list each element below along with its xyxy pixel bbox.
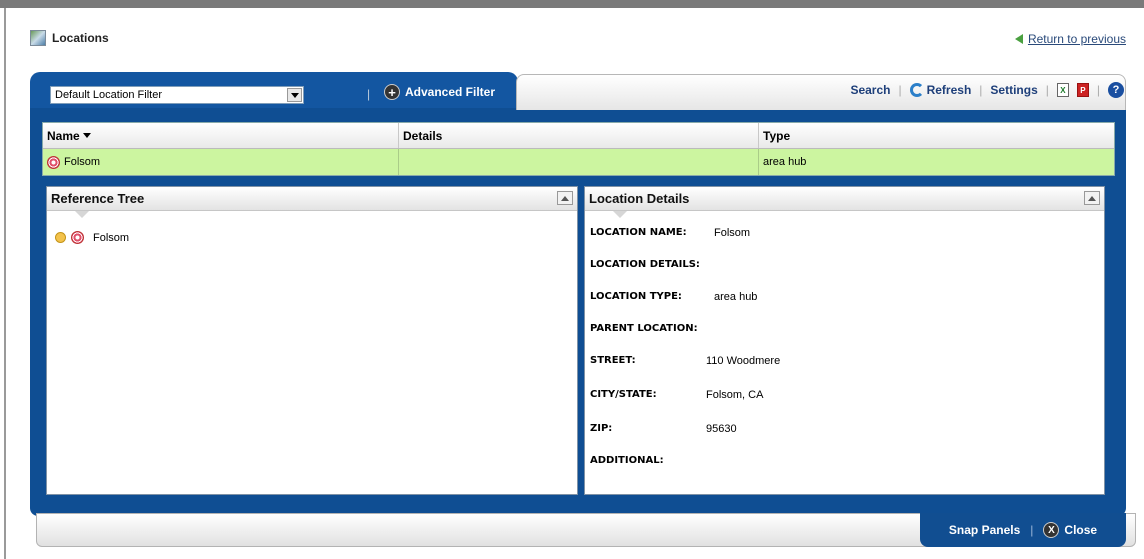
excel-icon[interactable]: X <box>1056 83 1069 97</box>
cell-details <box>399 149 759 175</box>
return-link-label: Return to previous <box>1027 32 1126 46</box>
reference-tree-title: Reference Tree <box>47 187 577 218</box>
detail-label: LOCATION NAME: <box>590 227 687 238</box>
close-label: Close <box>1064 523 1098 537</box>
column-header-type[interactable]: Type <box>759 123 1114 148</box>
refresh-label: Refresh <box>926 83 972 97</box>
detail-label: LOCATION DETAILS: <box>590 259 700 270</box>
column-header-details[interactable]: Details <box>399 123 759 148</box>
window-left-border <box>0 8 6 559</box>
locations-table: Name Details Type Folsom area hub <box>42 122 1115 176</box>
table-header: Name Details Type <box>43 123 1114 149</box>
page-header: Locations <box>30 30 109 46</box>
column-name-label: Name <box>47 128 80 143</box>
location-target-icon <box>71 231 84 244</box>
detail-value: area hub <box>714 291 758 303</box>
snap-panels-button[interactable]: Snap Panels <box>949 523 1020 537</box>
panel-pointer <box>613 211 627 218</box>
location-details-title: Location Details <box>585 187 1104 218</box>
collapse-button[interactable] <box>557 191 573 205</box>
toolbar-separator: | <box>1045 83 1049 97</box>
cell-name-text: Folsom <box>64 156 101 168</box>
sort-desc-icon <box>82 133 91 138</box>
detail-label: STREET: <box>590 355 636 366</box>
toolbar-separator: | <box>898 83 902 97</box>
toolbar-separator: | <box>1096 83 1100 97</box>
return-to-previous-link[interactable]: Return to previous <box>1014 32 1126 46</box>
advanced-filter-button[interactable]: + Advanced Filter <box>384 84 495 100</box>
expand-icon[interactable] <box>55 232 66 243</box>
chevron-up-icon <box>561 195 569 201</box>
location-filter-select[interactable]: Default Location Filter <box>50 86 304 104</box>
footer-actions: Snap Panels | X Close <box>920 513 1126 547</box>
detail-value: 110 Woodmere <box>706 355 781 367</box>
column-type-label: Type <box>763 128 791 143</box>
tree-node-label: Folsom <box>93 231 130 244</box>
detail-label: LOCATION TYPE: <box>590 291 682 302</box>
detail-row-location-type: LOCATION TYPE: area hub <box>590 291 757 303</box>
detail-row-city-state: CITY/STATE: Folsom, CA <box>590 389 763 401</box>
window-top-border <box>0 0 1144 8</box>
detail-row-zip: ZIP: 95630 <box>590 423 737 435</box>
cell-type-text: area hub <box>763 156 807 168</box>
pdf-icon[interactable]: P <box>1076 83 1089 97</box>
close-button[interactable]: X Close <box>1043 522 1097 538</box>
detail-value: Folsom <box>714 227 751 239</box>
filter-selected-value: Default Location Filter <box>55 89 162 101</box>
advanced-filter-label: Advanced Filter <box>405 85 496 99</box>
tree-node[interactable]: Folsom <box>55 231 129 244</box>
collapse-button[interactable] <box>1084 191 1100 205</box>
location-details-panel: Location Details LOCATION NAME: Folsom L… <box>584 186 1105 495</box>
toolbar: Search | Refresh | Settings | X P | ? <box>850 82 1124 98</box>
filter-separator: | <box>367 87 371 101</box>
detail-row-location-name: LOCATION NAME: Folsom <box>590 227 750 239</box>
chevron-up-icon <box>1088 195 1096 201</box>
detail-label: ADDITIONAL: <box>590 455 664 466</box>
refresh-button[interactable]: Refresh <box>909 83 972 97</box>
refresh-icon <box>909 83 924 97</box>
toolbar-separator: | <box>979 83 983 97</box>
reference-tree-panel: Reference Tree Folsom <box>46 186 578 495</box>
plus-icon: + <box>384 84 400 100</box>
detail-row-location-details: LOCATION DETAILS: <box>590 259 700 270</box>
dropdown-button[interactable] <box>287 88 302 102</box>
footer-separator: | <box>1030 523 1034 537</box>
detail-label: PARENT LOCATION: <box>590 323 698 334</box>
chevron-down-icon <box>290 92 299 98</box>
cell-type: area hub <box>759 149 1114 175</box>
back-arrow-icon <box>1014 34 1023 44</box>
reference-tree-title-text: Reference Tree <box>51 191 145 206</box>
close-icon: X <box>1043 522 1060 538</box>
search-button[interactable]: Search <box>850 83 890 97</box>
settings-button[interactable]: Settings <box>990 83 1037 97</box>
help-icon[interactable]: ? <box>1108 82 1124 98</box>
page-title: Locations <box>52 31 109 45</box>
detail-row-parent-location: PARENT LOCATION: <box>590 323 698 334</box>
table-row[interactable]: Folsom area hub <box>43 149 1114 175</box>
location-details-title-text: Location Details <box>589 191 690 206</box>
cell-name: Folsom <box>43 149 399 175</box>
detail-row-additional: ADDITIONAL: <box>590 455 664 466</box>
panel-pointer <box>75 211 89 218</box>
detail-row-street: STREET: 110 Woodmere <box>590 355 780 367</box>
detail-label: CITY/STATE: <box>590 389 657 400</box>
column-header-name[interactable]: Name <box>43 123 399 148</box>
detail-value: 95630 <box>706 423 737 435</box>
detail-value: Folsom, CA <box>706 389 764 401</box>
detail-label: ZIP: <box>590 423 613 434</box>
locations-map-icon <box>30 30 46 46</box>
column-details-label: Details <box>403 128 443 143</box>
location-target-icon <box>47 155 60 169</box>
